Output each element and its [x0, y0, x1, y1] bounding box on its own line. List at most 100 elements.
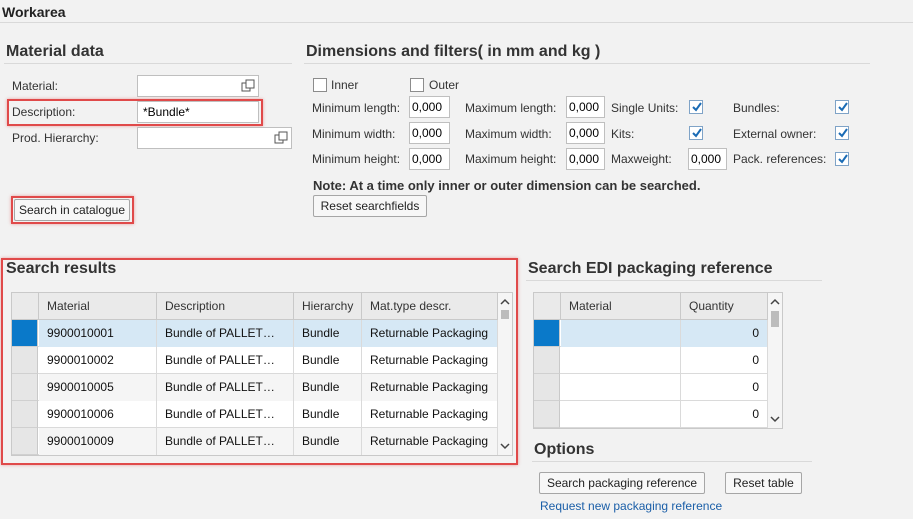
table-row[interactable]: 9900010001 Bundle of PALLET… Bundle Retu…: [12, 320, 498, 347]
column-header-description[interactable]: Description: [157, 293, 294, 320]
row-selector[interactable]: [12, 320, 38, 347]
cell-description: Bundle of PALLET…: [157, 401, 294, 428]
row-selector[interactable]: [534, 347, 560, 374]
min-length-label: Minimum length:: [312, 101, 401, 115]
edi-cell-material[interactable]: [561, 347, 681, 374]
results-scrollbar[interactable]: [498, 293, 512, 455]
outer-checkbox[interactable]: [410, 78, 424, 92]
max-width-label: Maximum width:: [465, 127, 552, 141]
edi-cell-quantity[interactable]: 0: [681, 401, 768, 428]
table-row[interactable]: 9900010006 Bundle of PALLET… Bundle Retu…: [12, 401, 498, 428]
cell-mat-type: Returnable Packaging: [362, 347, 498, 374]
column-header-hierarchy[interactable]: Hierarchy: [294, 293, 362, 320]
chevron-down-icon: [770, 416, 780, 423]
max-length-value: 0,000: [569, 100, 600, 114]
material-data-divider: [4, 63, 292, 64]
search-button-highlight: [11, 196, 134, 224]
select-all-cell[interactable]: [534, 293, 561, 320]
single-units-label: Single Units:: [611, 101, 679, 115]
min-length-input[interactable]: 0,000: [409, 96, 450, 118]
scroll-thumb[interactable]: [771, 311, 779, 327]
column-header-quantity[interactable]: Quantity: [681, 293, 768, 320]
edi-cell-quantity[interactable]: 0: [681, 347, 768, 374]
min-length-value: 0,000: [412, 100, 443, 114]
select-all-cell[interactable]: [12, 293, 39, 320]
column-header-material[interactable]: Material: [39, 293, 157, 320]
edi-row[interactable]: 0: [534, 374, 768, 401]
dimensions-divider: [304, 63, 870, 64]
edi-scrollbar[interactable]: [768, 293, 782, 428]
check-icon: [692, 128, 702, 138]
cell-material: 9900010002: [39, 347, 157, 374]
cell-mat-type: Returnable Packaging: [362, 401, 498, 428]
check-icon: [692, 102, 702, 112]
cell-mat-type: Returnable Packaging: [362, 320, 498, 347]
material-label: Material:: [12, 79, 59, 93]
max-length-input[interactable]: 0,000: [566, 96, 605, 118]
scroll-thumb[interactable]: [501, 310, 509, 319]
pack-refs-checkbox[interactable]: [835, 152, 849, 166]
hierarchy-input[interactable]: [137, 127, 292, 149]
table-row[interactable]: 9900010009 Bundle of PALLET… Bundle Retu…: [12, 428, 498, 455]
external-owner-checkbox[interactable]: [835, 126, 849, 140]
min-height-value: 0,000: [412, 152, 443, 166]
row-selector[interactable]: [12, 347, 38, 374]
table-row[interactable]: 9900010005 Bundle of PALLET… Bundle Retu…: [12, 374, 498, 401]
row-selector[interactable]: [534, 374, 560, 401]
row-selector[interactable]: [12, 374, 38, 401]
edi-cell-material[interactable]: [561, 320, 681, 347]
cell-material: 9900010005: [39, 374, 157, 401]
cell-description: Bundle of PALLET…: [157, 374, 294, 401]
bundles-label: Bundles:: [733, 101, 780, 115]
outer-label: Outer: [429, 78, 460, 92]
options-divider: [532, 461, 812, 462]
cell-mat-type: Returnable Packaging: [362, 428, 498, 455]
row-selector[interactable]: [534, 401, 560, 428]
min-width-input[interactable]: 0,000: [409, 122, 450, 144]
edi-cell-material[interactable]: [561, 401, 681, 428]
row-selector[interactable]: [12, 428, 38, 455]
max-length-label: Maximum length:: [465, 101, 557, 115]
check-icon: [838, 102, 848, 112]
edi-row[interactable]: 0: [534, 320, 768, 347]
row-selector[interactable]: [534, 320, 560, 347]
bundles-checkbox[interactable]: [835, 100, 849, 114]
edi-cell-material[interactable]: [561, 374, 681, 401]
edi-cell-quantity[interactable]: 0: [681, 374, 768, 401]
chevron-up-icon: [770, 298, 780, 305]
hierarchy-label: Prod. Hierarchy:: [12, 131, 99, 145]
edi-row[interactable]: 0: [534, 347, 768, 374]
cell-description: Bundle of PALLET…: [157, 347, 294, 374]
table-header: Material Description Hierarchy Mat.type …: [12, 293, 498, 320]
row-selector[interactable]: [12, 401, 38, 428]
cell-hierarchy: Bundle: [294, 320, 362, 347]
reset-searchfields-button[interactable]: Reset searchfields: [313, 195, 427, 217]
request-new-reference-link[interactable]: Request new packaging reference: [540, 499, 722, 513]
max-width-input[interactable]: 0,000: [566, 122, 605, 144]
column-header-material[interactable]: Material: [561, 293, 681, 320]
description-highlight: [7, 99, 263, 126]
max-height-input[interactable]: 0,000: [566, 148, 605, 170]
value-help-icon[interactable]: [274, 131, 288, 145]
edi-table: Material Quantity 0 0 0 0: [533, 292, 783, 429]
kits-checkbox[interactable]: [689, 126, 703, 140]
table-row[interactable]: 9900010002 Bundle of PALLET… Bundle Retu…: [12, 347, 498, 374]
cell-description: Bundle of PALLET…: [157, 428, 294, 455]
reset-table-button[interactable]: Reset table: [725, 472, 802, 494]
min-width-value: 0,000: [412, 126, 443, 140]
single-units-checkbox[interactable]: [689, 100, 703, 114]
maxweight-input[interactable]: 0,000: [688, 148, 727, 170]
search-packaging-reference-button[interactable]: Search packaging reference: [539, 472, 705, 494]
inner-checkbox[interactable]: [313, 78, 327, 92]
material-input[interactable]: [137, 75, 259, 97]
max-width-value: 0,000: [569, 126, 600, 140]
column-header-mat-type[interactable]: Mat.type descr.: [362, 293, 498, 320]
chevron-down-icon: [500, 443, 510, 450]
search-results-table: Material Description Hierarchy Mat.type …: [11, 292, 513, 456]
min-height-label: Minimum height:: [312, 152, 401, 166]
edi-row[interactable]: 0: [534, 401, 768, 428]
min-height-input[interactable]: 0,000: [409, 148, 450, 170]
edi-cell-quantity[interactable]: 0: [681, 320, 768, 347]
maxweight-label: Maxweight:: [611, 152, 672, 166]
value-help-icon[interactable]: [241, 79, 255, 93]
